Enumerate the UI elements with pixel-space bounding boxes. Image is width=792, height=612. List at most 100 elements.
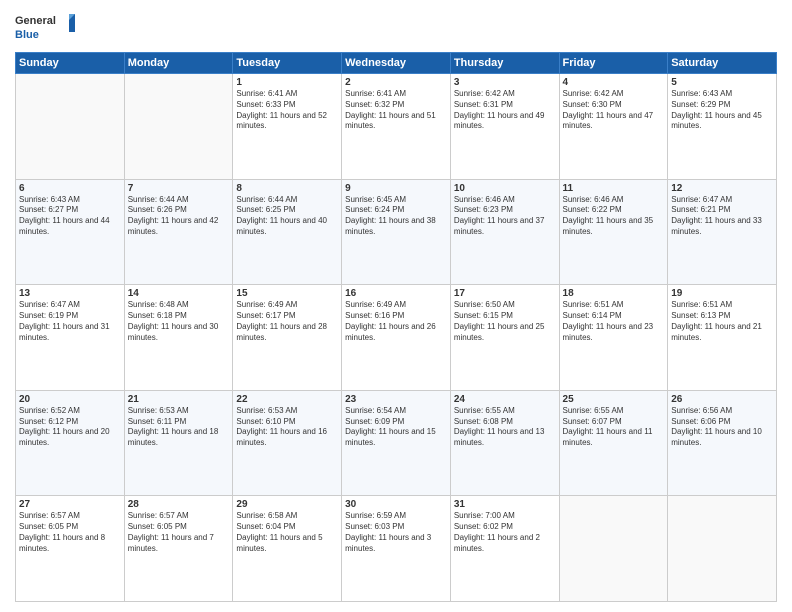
day-cell-26: 26Sunrise: 6:56 AM Sunset: 6:06 PM Dayli… bbox=[668, 390, 777, 496]
empty-cell-4-6 bbox=[668, 496, 777, 602]
day-info-4: Sunrise: 6:42 AM Sunset: 6:30 PM Dayligh… bbox=[563, 89, 665, 132]
day-number-13: 13 bbox=[19, 288, 121, 299]
day-info-5: Sunrise: 6:43 AM Sunset: 6:29 PM Dayligh… bbox=[671, 89, 773, 132]
day-number-24: 24 bbox=[454, 394, 556, 405]
day-cell-22: 22Sunrise: 6:53 AM Sunset: 6:10 PM Dayli… bbox=[233, 390, 342, 496]
day-info-10: Sunrise: 6:46 AM Sunset: 6:23 PM Dayligh… bbox=[454, 195, 556, 238]
day-cell-11: 11Sunrise: 6:46 AM Sunset: 6:22 PM Dayli… bbox=[559, 179, 668, 285]
day-number-19: 19 bbox=[671, 288, 773, 299]
day-number-22: 22 bbox=[236, 394, 338, 405]
day-cell-10: 10Sunrise: 6:46 AM Sunset: 6:23 PM Dayli… bbox=[450, 179, 559, 285]
day-info-25: Sunrise: 6:55 AM Sunset: 6:07 PM Dayligh… bbox=[563, 406, 665, 449]
calendar-table: SundayMondayTuesdayWednesdayThursdayFrid… bbox=[15, 52, 777, 602]
weekday-header-thursday: Thursday bbox=[450, 53, 559, 74]
day-cell-7: 7Sunrise: 6:44 AM Sunset: 6:26 PM Daylig… bbox=[124, 179, 233, 285]
week-row-1: 1Sunrise: 6:41 AM Sunset: 6:33 PM Daylig… bbox=[16, 74, 777, 180]
day-info-17: Sunrise: 6:50 AM Sunset: 6:15 PM Dayligh… bbox=[454, 300, 556, 343]
day-cell-31: 31Sunrise: 7:00 AM Sunset: 6:02 PM Dayli… bbox=[450, 496, 559, 602]
day-info-13: Sunrise: 6:47 AM Sunset: 6:19 PM Dayligh… bbox=[19, 300, 121, 343]
week-row-5: 27Sunrise: 6:57 AM Sunset: 6:05 PM Dayli… bbox=[16, 496, 777, 602]
day-number-27: 27 bbox=[19, 499, 121, 510]
weekday-header-tuesday: Tuesday bbox=[233, 53, 342, 74]
day-number-5: 5 bbox=[671, 77, 773, 88]
day-cell-1: 1Sunrise: 6:41 AM Sunset: 6:33 PM Daylig… bbox=[233, 74, 342, 180]
day-info-2: Sunrise: 6:41 AM Sunset: 6:32 PM Dayligh… bbox=[345, 89, 447, 132]
day-cell-2: 2Sunrise: 6:41 AM Sunset: 6:32 PM Daylig… bbox=[342, 74, 451, 180]
day-info-19: Sunrise: 6:51 AM Sunset: 6:13 PM Dayligh… bbox=[671, 300, 773, 343]
empty-cell-0-1 bbox=[124, 74, 233, 180]
day-info-15: Sunrise: 6:49 AM Sunset: 6:17 PM Dayligh… bbox=[236, 300, 338, 343]
day-number-31: 31 bbox=[454, 499, 556, 510]
day-number-25: 25 bbox=[563, 394, 665, 405]
day-info-21: Sunrise: 6:53 AM Sunset: 6:11 PM Dayligh… bbox=[128, 406, 230, 449]
weekday-header-saturday: Saturday bbox=[668, 53, 777, 74]
header: General Blue bbox=[15, 10, 777, 46]
day-number-18: 18 bbox=[563, 288, 665, 299]
weekday-header-sunday: Sunday bbox=[16, 53, 125, 74]
logo-svg: General Blue bbox=[15, 10, 75, 46]
day-cell-5: 5Sunrise: 6:43 AM Sunset: 6:29 PM Daylig… bbox=[668, 74, 777, 180]
weekday-header-row: SundayMondayTuesdayWednesdayThursdayFrid… bbox=[16, 53, 777, 74]
day-info-20: Sunrise: 6:52 AM Sunset: 6:12 PM Dayligh… bbox=[19, 406, 121, 449]
day-cell-20: 20Sunrise: 6:52 AM Sunset: 6:12 PM Dayli… bbox=[16, 390, 125, 496]
day-info-26: Sunrise: 6:56 AM Sunset: 6:06 PM Dayligh… bbox=[671, 406, 773, 449]
day-number-30: 30 bbox=[345, 499, 447, 510]
day-number-15: 15 bbox=[236, 288, 338, 299]
day-number-1: 1 bbox=[236, 77, 338, 88]
day-number-3: 3 bbox=[454, 77, 556, 88]
day-info-23: Sunrise: 6:54 AM Sunset: 6:09 PM Dayligh… bbox=[345, 406, 447, 449]
day-number-16: 16 bbox=[345, 288, 447, 299]
day-cell-24: 24Sunrise: 6:55 AM Sunset: 6:08 PM Dayli… bbox=[450, 390, 559, 496]
svg-text:General: General bbox=[15, 15, 56, 27]
week-row-3: 13Sunrise: 6:47 AM Sunset: 6:19 PM Dayli… bbox=[16, 285, 777, 391]
day-cell-19: 19Sunrise: 6:51 AM Sunset: 6:13 PM Dayli… bbox=[668, 285, 777, 391]
day-number-20: 20 bbox=[19, 394, 121, 405]
day-number-26: 26 bbox=[671, 394, 773, 405]
day-cell-21: 21Sunrise: 6:53 AM Sunset: 6:11 PM Dayli… bbox=[124, 390, 233, 496]
day-cell-12: 12Sunrise: 6:47 AM Sunset: 6:21 PM Dayli… bbox=[668, 179, 777, 285]
day-info-3: Sunrise: 6:42 AM Sunset: 6:31 PM Dayligh… bbox=[454, 89, 556, 132]
day-cell-29: 29Sunrise: 6:58 AM Sunset: 6:04 PM Dayli… bbox=[233, 496, 342, 602]
day-number-12: 12 bbox=[671, 183, 773, 194]
logo: General Blue bbox=[15, 10, 75, 46]
day-info-12: Sunrise: 6:47 AM Sunset: 6:21 PM Dayligh… bbox=[671, 195, 773, 238]
week-row-4: 20Sunrise: 6:52 AM Sunset: 6:12 PM Dayli… bbox=[16, 390, 777, 496]
day-number-10: 10 bbox=[454, 183, 556, 194]
day-cell-6: 6Sunrise: 6:43 AM Sunset: 6:27 PM Daylig… bbox=[16, 179, 125, 285]
empty-cell-4-5 bbox=[559, 496, 668, 602]
day-number-8: 8 bbox=[236, 183, 338, 194]
weekday-header-wednesday: Wednesday bbox=[342, 53, 451, 74]
day-number-6: 6 bbox=[19, 183, 121, 194]
day-number-28: 28 bbox=[128, 499, 230, 510]
day-cell-18: 18Sunrise: 6:51 AM Sunset: 6:14 PM Dayli… bbox=[559, 285, 668, 391]
day-cell-16: 16Sunrise: 6:49 AM Sunset: 6:16 PM Dayli… bbox=[342, 285, 451, 391]
day-cell-25: 25Sunrise: 6:55 AM Sunset: 6:07 PM Dayli… bbox=[559, 390, 668, 496]
day-number-11: 11 bbox=[563, 183, 665, 194]
day-number-14: 14 bbox=[128, 288, 230, 299]
day-number-9: 9 bbox=[345, 183, 447, 194]
weekday-header-monday: Monday bbox=[124, 53, 233, 74]
day-number-23: 23 bbox=[345, 394, 447, 405]
day-info-31: Sunrise: 7:00 AM Sunset: 6:02 PM Dayligh… bbox=[454, 511, 556, 554]
day-info-16: Sunrise: 6:49 AM Sunset: 6:16 PM Dayligh… bbox=[345, 300, 447, 343]
day-cell-15: 15Sunrise: 6:49 AM Sunset: 6:17 PM Dayli… bbox=[233, 285, 342, 391]
weekday-header-friday: Friday bbox=[559, 53, 668, 74]
day-info-11: Sunrise: 6:46 AM Sunset: 6:22 PM Dayligh… bbox=[563, 195, 665, 238]
day-cell-28: 28Sunrise: 6:57 AM Sunset: 6:05 PM Dayli… bbox=[124, 496, 233, 602]
day-info-22: Sunrise: 6:53 AM Sunset: 6:10 PM Dayligh… bbox=[236, 406, 338, 449]
day-info-9: Sunrise: 6:45 AM Sunset: 6:24 PM Dayligh… bbox=[345, 195, 447, 238]
day-number-4: 4 bbox=[563, 77, 665, 88]
day-cell-23: 23Sunrise: 6:54 AM Sunset: 6:09 PM Dayli… bbox=[342, 390, 451, 496]
day-number-29: 29 bbox=[236, 499, 338, 510]
day-cell-9: 9Sunrise: 6:45 AM Sunset: 6:24 PM Daylig… bbox=[342, 179, 451, 285]
week-row-2: 6Sunrise: 6:43 AM Sunset: 6:27 PM Daylig… bbox=[16, 179, 777, 285]
day-info-29: Sunrise: 6:58 AM Sunset: 6:04 PM Dayligh… bbox=[236, 511, 338, 554]
day-info-6: Sunrise: 6:43 AM Sunset: 6:27 PM Dayligh… bbox=[19, 195, 121, 238]
page: General Blue SundayMondayTuesdayWednesda… bbox=[0, 0, 792, 612]
day-cell-4: 4Sunrise: 6:42 AM Sunset: 6:30 PM Daylig… bbox=[559, 74, 668, 180]
day-cell-17: 17Sunrise: 6:50 AM Sunset: 6:15 PM Dayli… bbox=[450, 285, 559, 391]
day-number-17: 17 bbox=[454, 288, 556, 299]
day-info-14: Sunrise: 6:48 AM Sunset: 6:18 PM Dayligh… bbox=[128, 300, 230, 343]
day-info-27: Sunrise: 6:57 AM Sunset: 6:05 PM Dayligh… bbox=[19, 511, 121, 554]
day-number-2: 2 bbox=[345, 77, 447, 88]
